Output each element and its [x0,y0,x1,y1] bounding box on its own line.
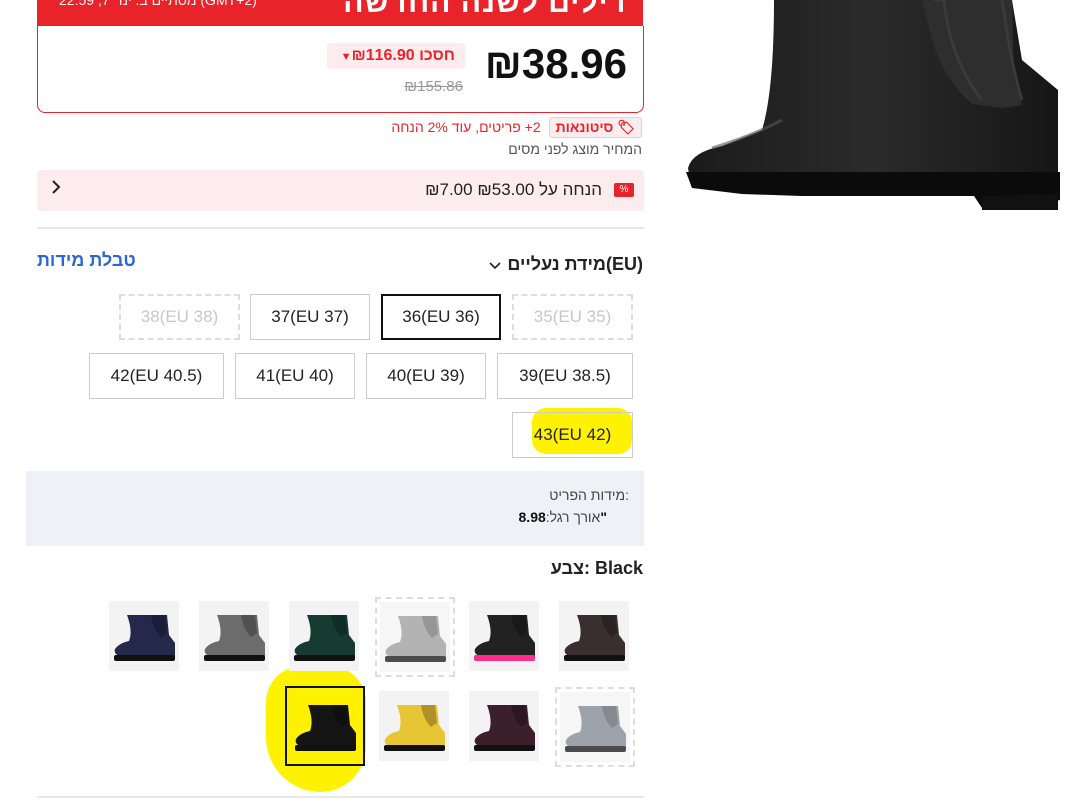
color-swatch-boot-dark-green[interactable] [288,600,360,672]
divider [37,796,644,798]
bulk-deal-row: 🏷 סיטונאות 2+ פריטים, עוד 2% הנחה [391,116,642,138]
color-label: צבע: Black [550,558,643,578]
promo-title: דילים לשנה החדשה [343,0,627,19]
foot-length-label: אורך רגל: [545,509,601,525]
color-swatch-boot-grey[interactable] [198,600,270,672]
size-option-43[interactable]: 43(EU 42) [512,412,633,458]
promo-countdown: מסתיים ב: ינו׳ 7, 22:59 (GMT+2) [59,0,257,8]
divider [37,227,644,229]
price-box: ₪38.96 ▼₪116.90 חסכו ₪155.86 [37,26,644,113]
size-label-text: מידת נעליים(EU) [507,254,643,274]
size-option-38[interactable]: 38(EU 38) [119,294,240,340]
boot-image [559,601,629,671]
size-selector-label[interactable]: מידת נעליים(EU) [489,254,643,275]
size-chart-link[interactable]: טבלת מידות [37,250,136,271]
tag-icon: 🏷 [617,118,635,135]
color-swatch-boot-black-pink[interactable] [468,600,540,672]
boot-image [289,601,359,671]
chevron-down-icon [489,254,501,275]
promo-banner: דילים לשנה החדשה מסתיים ב: ינו׳ 7, 22:59… [37,0,643,26]
dimensions-title: מידות הפריט: [549,487,629,503]
size-option-41[interactable]: 41(EU 40) [235,353,355,399]
color-swatch-boot-plum[interactable] [468,690,540,762]
boot-image [379,691,449,761]
boot-image [380,602,450,672]
bulk-deal-tag: 🏷 סיטונאות [548,116,642,138]
savings-text: ₪116.90 חסכו [351,47,455,64]
savings-badge: ▼₪116.90 חסכו [326,43,465,69]
bulk-deal-text: 2+ פריטים, עוד 2% הנחה [391,119,541,135]
size-option-39[interactable]: 39(EU 38.5) [497,353,633,399]
original-price: ₪155.86 [404,78,463,95]
boot-image [469,601,539,671]
color-swatch-boot-yellow[interactable] [378,690,450,762]
boot-image [560,692,630,762]
boot-image [109,601,179,671]
coupon-text: ₪7.00 הנחה על ₪53.00 [425,180,602,199]
color-swatch-boot-brown[interactable] [558,600,630,672]
color-swatch-boot-navy[interactable] [108,600,180,672]
size-option-35[interactable]: 35(EU 35) [512,294,633,340]
boot-image [295,705,356,751]
coupon-bar[interactable]: % ₪7.00 הנחה על ₪53.00 [37,170,644,211]
color-swatch-boot-light-grey[interactable] [375,597,455,677]
color-swatch-boot-black[interactable] [285,686,365,766]
item-dimensions: מידות הפריט: אורך רגל:8.98" [26,471,644,546]
color-swatch-boot-blue-grey[interactable] [555,687,635,767]
chevron-right-icon[interactable] [51,178,61,201]
tax-note: המחיר מוצג לפני מסים [508,141,642,157]
size-option-36[interactable]: 36(EU 36) [381,294,501,340]
size-option-40[interactable]: 40(EU 39) [366,353,486,399]
arrow-down-icon: ▼ [340,51,352,63]
current-price: ₪38.96 [484,40,627,87]
size-option-37[interactable]: 37(EU 37) [250,294,370,340]
product-image[interactable] [682,0,1062,214]
coupon-icon: % [614,183,634,197]
boot-image [469,691,539,761]
size-option-42[interactable]: 42(EU 40.5) [89,353,224,399]
bulk-deal-tag-label: סיטונאות [555,118,614,135]
boot-image [199,601,269,671]
foot-length: אורך רגל:8.98" [519,509,607,525]
